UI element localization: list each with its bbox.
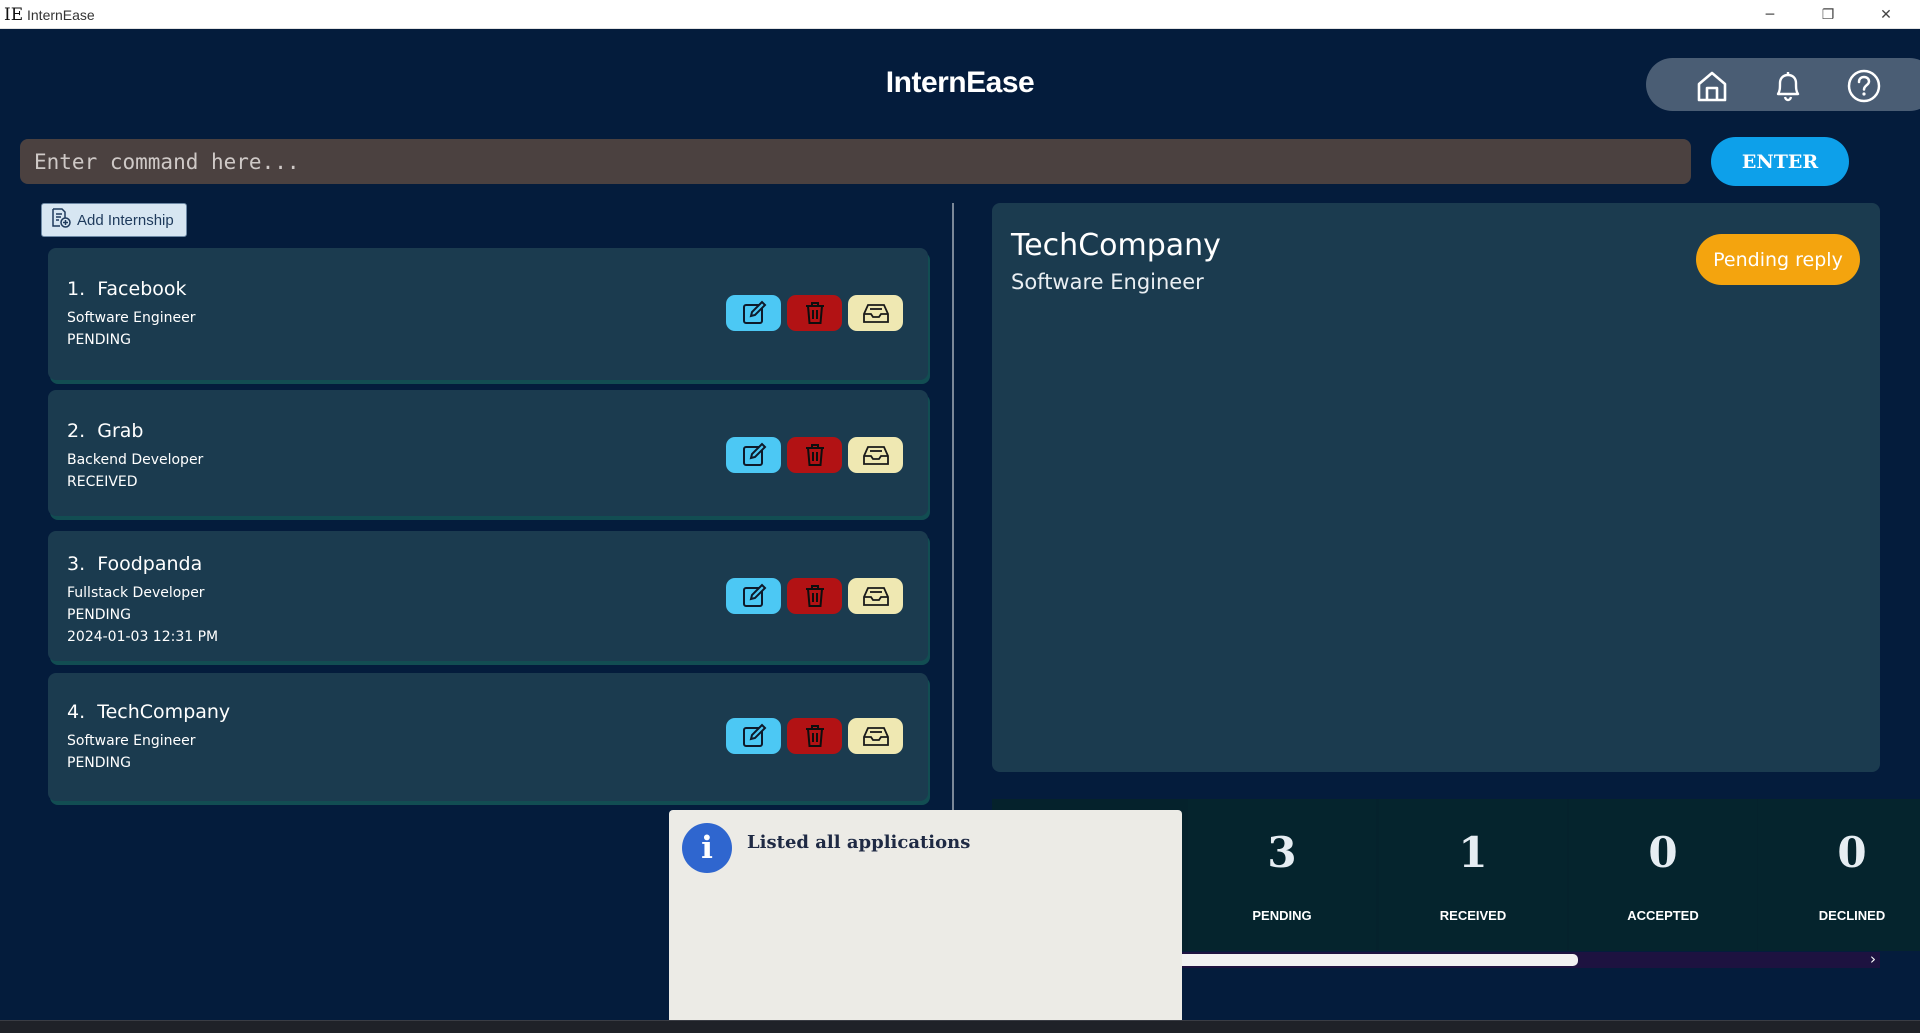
panel-divider: [952, 203, 954, 811]
delete-button[interactable]: [787, 437, 842, 473]
internship-card[interactable]: 1. Facebook Software Engineer PENDING: [48, 248, 928, 380]
archive-icon: [862, 587, 889, 606]
home-icon[interactable]: [1692, 66, 1732, 106]
delete-button[interactable]: [787, 578, 842, 614]
card-title: 1. Facebook: [67, 278, 187, 300]
edit-icon: [742, 583, 766, 607]
command-input[interactable]: [20, 139, 1691, 184]
trash-icon: [805, 302, 824, 324]
stat-label: DECLINED: [1818, 908, 1886, 923]
card-status: RECEIVED: [67, 474, 138, 490]
stat-value: 0: [1837, 828, 1867, 877]
card-status: PENDING: [67, 607, 131, 623]
add-document-icon: [50, 207, 72, 233]
delete-button[interactable]: [787, 718, 842, 754]
stat-value: 3: [1267, 828, 1297, 877]
card-title: 2. Grab: [67, 420, 144, 442]
enter-button[interactable]: ENTER: [1711, 137, 1849, 186]
trash-icon: [805, 585, 824, 607]
info-icon: i: [682, 823, 732, 873]
internship-card[interactable]: 4. TechCompany Software Engineer PENDING: [48, 673, 928, 801]
card-role: Software Engineer: [67, 733, 196, 749]
notification-toast: i Listed all applications: [669, 810, 1182, 1020]
internship-card[interactable]: 2. Grab Backend Developer RECEIVED: [48, 390, 928, 516]
edit-icon: [742, 442, 766, 466]
stat-label: ACCEPTED: [1627, 908, 1699, 923]
archive-button[interactable]: [848, 718, 903, 754]
edit-button[interactable]: [726, 578, 781, 614]
stat-label: PENDING: [1252, 908, 1312, 923]
nav-bar: [1646, 58, 1920, 111]
window-title: InternEase: [27, 7, 95, 23]
archive-icon: [862, 727, 889, 746]
toast-message: Listed all applications: [747, 832, 971, 853]
card-title: 3. Foodpanda: [67, 553, 203, 575]
taskbar-edge: [0, 1020, 1920, 1033]
card-role: Software Engineer: [67, 310, 196, 326]
card-status: PENDING: [67, 755, 131, 771]
edit-button[interactable]: [726, 437, 781, 473]
trash-icon: [805, 725, 824, 747]
archive-button[interactable]: [848, 295, 903, 331]
internship-card[interactable]: 3. Foodpanda Fullstack Developer PENDING…: [48, 531, 928, 661]
stat-pending: 3 PENDING: [1188, 799, 1376, 951]
trash-icon: [805, 444, 824, 466]
card-role: Backend Developer: [67, 452, 204, 468]
archive-icon: [862, 446, 889, 465]
maximize-button[interactable]: ❐: [1800, 0, 1856, 29]
edit-icon: [742, 300, 766, 324]
detail-role: Software Engineer: [1011, 270, 1204, 294]
stat-value: 1: [1458, 828, 1488, 877]
window-titlebar: IE InternEase ─ ❐ ✕: [0, 0, 1920, 29]
add-internship-button[interactable]: Add Internship: [41, 203, 187, 237]
close-button[interactable]: ✕: [1858, 0, 1914, 29]
stat-declined: 0 DECLINED: [1758, 799, 1920, 951]
stat-label: RECEIVED: [1439, 908, 1507, 923]
add-internship-label: Add Internship: [77, 211, 174, 229]
card-status: PENDING: [67, 332, 131, 348]
edit-button[interactable]: [726, 295, 781, 331]
edit-button[interactable]: [726, 718, 781, 754]
edit-icon: [742, 723, 766, 747]
stat-value: 0: [1648, 828, 1678, 877]
status-badge: Pending reply: [1696, 234, 1860, 285]
app-icon: IE: [4, 5, 24, 25]
bell-icon[interactable]: [1768, 66, 1808, 106]
card-title: 4. TechCompany: [67, 701, 231, 723]
internship-detail-panel: TechCompany Software Engineer Pending re…: [992, 203, 1880, 772]
minimize-button[interactable]: ─: [1742, 0, 1798, 29]
detail-company: TechCompany: [1011, 228, 1221, 263]
card-role: Fullstack Developer: [67, 585, 205, 601]
help-icon[interactable]: [1844, 66, 1884, 106]
archive-icon: [862, 304, 889, 323]
scroll-right-arrow[interactable]: ›: [1870, 950, 1876, 968]
stat-received: 1 RECEIVED: [1379, 799, 1567, 951]
archive-button[interactable]: [848, 578, 903, 614]
archive-button[interactable]: [848, 437, 903, 473]
delete-button[interactable]: [787, 295, 842, 331]
card-date: 2024-01-03 12:31 PM: [67, 629, 219, 645]
page-title: InternEase: [885, 66, 1035, 99]
stat-accepted: 0 ACCEPTED: [1569, 799, 1757, 951]
